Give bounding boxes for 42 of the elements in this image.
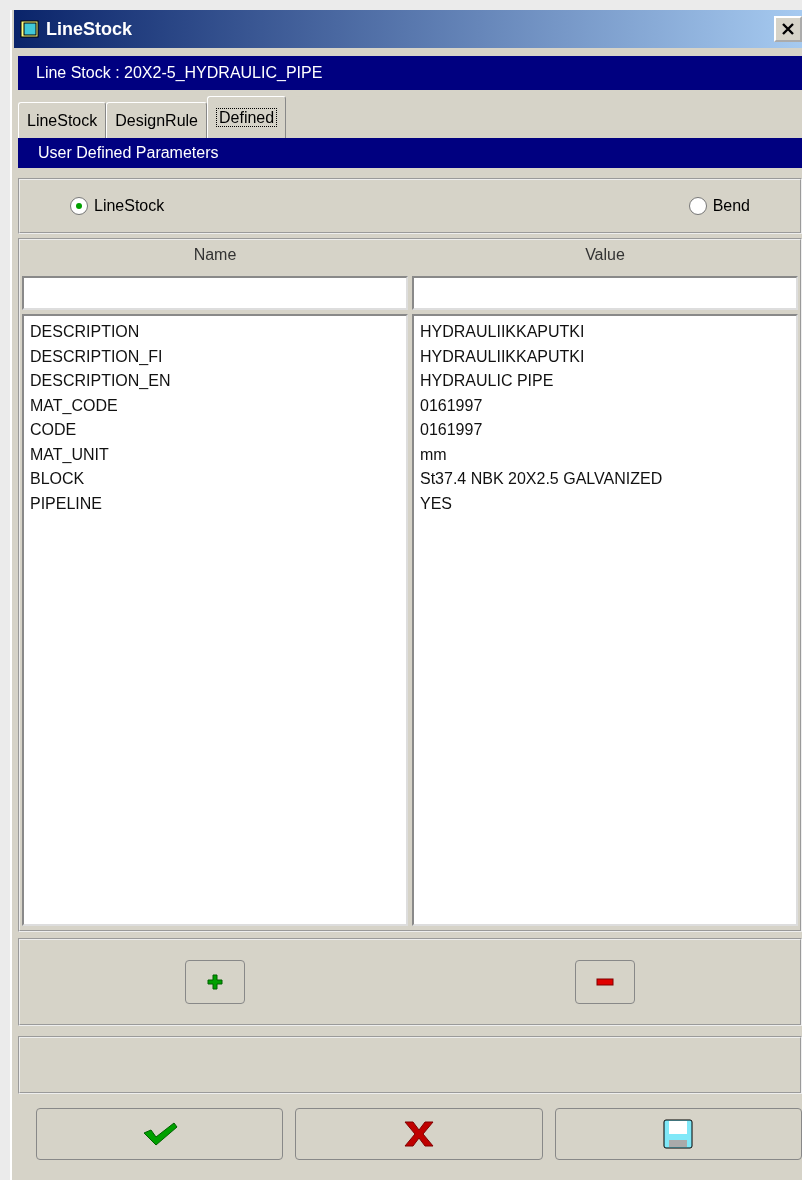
remove-button[interactable] bbox=[575, 960, 635, 1004]
filter-field[interactable] bbox=[412, 276, 798, 310]
section-title: User Defined Parameters bbox=[38, 144, 219, 162]
cancel-button[interactable] bbox=[295, 1108, 543, 1160]
minus-icon bbox=[596, 978, 614, 986]
list-item[interactable]: YES bbox=[420, 491, 790, 516]
list-item[interactable]: HYDRAULIIKKAPUTKI bbox=[420, 344, 790, 369]
tab[interactable]: Defined bbox=[207, 96, 287, 138]
value-list[interactable]: HYDRAULIIKKAPUTKI HYDRAULIIKKAPUTKI HYDRAULIC PIPE 0161997 0161997 mm St37.4 NBK 20X2.5 GALVANIZED YES bbox=[412, 314, 798, 926]
checkmark-icon bbox=[141, 1121, 178, 1147]
list-item[interactable]: BLOCK bbox=[30, 467, 400, 492]
list-item[interactable]: 0161997 bbox=[420, 393, 790, 418]
radio-option[interactable]: Bend bbox=[688, 197, 750, 215]
header-text: Line Stock : 20X2-5_HYDRAULIC_PIPE bbox=[36, 64, 323, 82]
tab[interactable]: DesignRule bbox=[106, 102, 207, 138]
window-title: LineStock bbox=[46, 18, 134, 40]
close-icon bbox=[781, 22, 795, 36]
list-item[interactable]: HYDRAULIC PIPE bbox=[420, 369, 790, 394]
save-button[interactable] bbox=[554, 1108, 802, 1160]
list-item[interactable]: MAT_UNIT bbox=[30, 442, 400, 467]
tab[interactable]: LineStock bbox=[18, 102, 107, 138]
ok-button[interactable] bbox=[36, 1108, 284, 1160]
list-item[interactable]: DESCRIPTION bbox=[30, 320, 400, 345]
cross-icon bbox=[403, 1120, 435, 1148]
column-header: Name bbox=[192, 246, 238, 265]
window-icon bbox=[20, 19, 40, 39]
list-item[interactable]: PIPELINE bbox=[30, 491, 400, 516]
filter-field[interactable] bbox=[22, 276, 408, 310]
list-item[interactable]: DESCRIPTION_EN bbox=[30, 369, 400, 394]
list-item[interactable]: St37.4 NBK 20X2.5 GALVANIZED bbox=[420, 467, 790, 492]
column-header: Value bbox=[584, 246, 626, 265]
add-button[interactable] bbox=[185, 960, 245, 1004]
list-item[interactable]: 0161997 bbox=[420, 418, 790, 443]
name-list[interactable]: DESCRIPTION DESCRIPTION_FI DESCRIPTION_EN MAT_CODE CODE MAT_UNIT BLOCK PIPELINE bbox=[22, 314, 408, 926]
close-button[interactable] bbox=[774, 16, 802, 42]
list-item[interactable]: DESCRIPTION_FI bbox=[30, 344, 400, 369]
radio-option[interactable]: LineStock bbox=[70, 197, 165, 215]
list-item[interactable]: HYDRAULIIKKAPUTKI bbox=[420, 320, 790, 345]
list-item[interactable]: mm bbox=[420, 442, 790, 467]
list-item[interactable]: MAT_CODE bbox=[30, 393, 400, 418]
list-item[interactable]: CODE bbox=[30, 418, 400, 443]
plus-icon bbox=[206, 973, 224, 991]
